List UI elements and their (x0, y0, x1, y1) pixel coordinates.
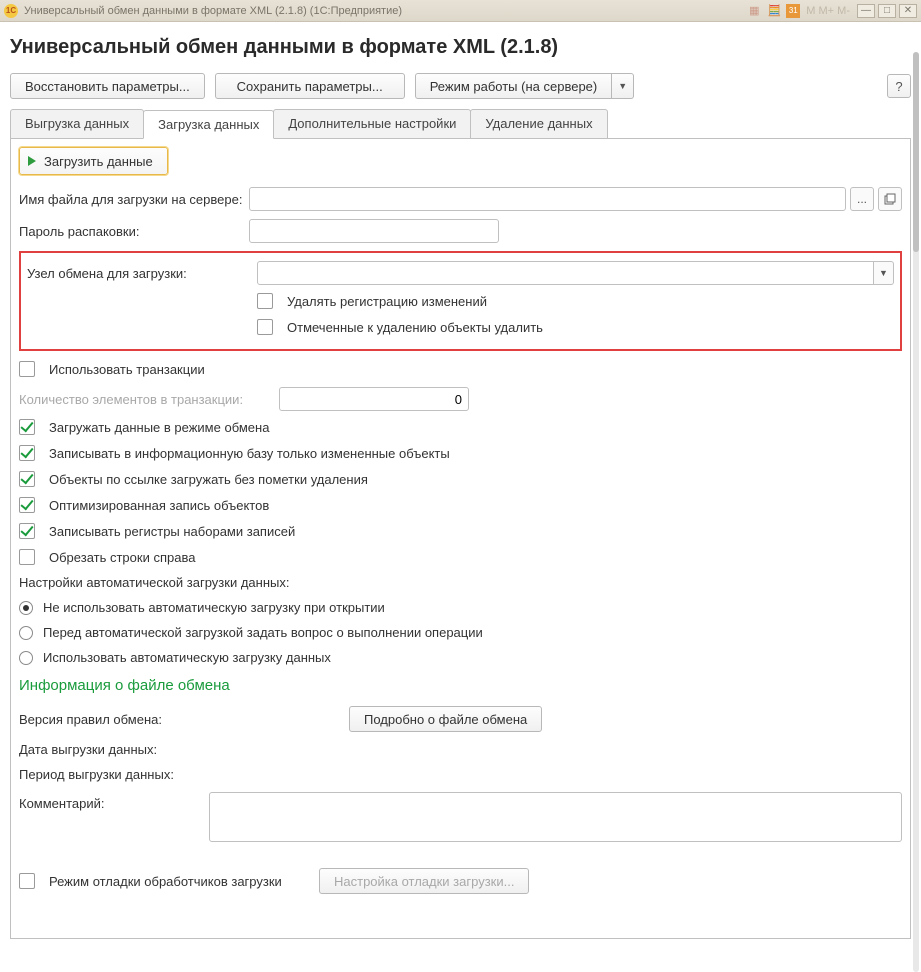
restore-params-button[interactable]: Восстановить параметры... (10, 73, 205, 99)
exchange-node-dropdown[interactable]: ▼ (874, 261, 894, 285)
tab-import[interactable]: Загрузка данных (143, 110, 274, 139)
radio-use-auto[interactable] (19, 651, 33, 665)
password-label: Пароль распаковки: (19, 224, 249, 239)
checkbox-delete-registration-label[interactable]: Удалять регистрацию изменений (287, 294, 487, 309)
help-button[interactable]: ? (887, 74, 911, 98)
file-name-label: Имя файла для загрузки на сервере: (19, 192, 249, 207)
load-data-label: Загрузить данные (44, 154, 153, 169)
comment-textarea[interactable] (209, 792, 902, 842)
titlebar-icon-2[interactable]: 🧮 (766, 3, 782, 19)
checkbox-register-sets-label[interactable]: Записывать регистры наборами записей (49, 524, 295, 539)
scrollbar[interactable] (913, 52, 919, 972)
exchange-node-input[interactable] (257, 261, 874, 285)
tab-delete[interactable]: Удаление данных (470, 109, 607, 138)
checkbox-trim-strings[interactable] (19, 549, 35, 565)
checkbox-debug-mode-label[interactable]: Режим отладки обработчиков загрузки (49, 874, 319, 889)
tab-panel-import: Загрузить данные Имя файла для загрузки … (10, 139, 911, 939)
radio-use-auto-label[interactable]: Использовать автоматическую загрузку дан… (43, 650, 331, 665)
radio-ask-label[interactable]: Перед автоматической загрузкой задать во… (43, 625, 483, 640)
checkbox-exchange-mode[interactable] (19, 419, 35, 435)
checkbox-exchange-mode-label[interactable]: Загружать данные в режиме обмена (49, 420, 269, 435)
checkbox-use-transactions-label[interactable]: Использовать транзакции (49, 362, 205, 377)
rules-version-label: Версия правил обмена: (19, 712, 349, 727)
scrollbar-thumb[interactable] (913, 52, 919, 252)
file-name-input[interactable] (249, 187, 846, 211)
checkbox-optimized-label[interactable]: Оптимизированная запись объектов (49, 498, 269, 513)
export-date-label: Дата выгрузки данных: (19, 742, 349, 757)
title-bar: 1C Универсальный обмен данными в формате… (0, 0, 921, 22)
tab-export[interactable]: Выгрузка данных (10, 109, 144, 138)
load-data-button[interactable]: Загрузить данные (19, 147, 168, 175)
file-open-button[interactable] (878, 187, 902, 211)
radio-no-auto-label[interactable]: Не использовать автоматическую загрузку … (43, 600, 385, 615)
mode-dropdown-arrow[interactable]: ▼ (612, 73, 634, 99)
tab-additional[interactable]: Дополнительные настройки (273, 109, 471, 138)
exchange-node-label: Узел обмена для загрузки: (27, 266, 257, 281)
checkbox-optimized[interactable] (19, 497, 35, 513)
external-icon (884, 193, 896, 205)
window-title: Универсальный обмен данными в формате XM… (24, 5, 402, 17)
radio-no-auto[interactable] (19, 601, 33, 615)
titlebar-calendar-icon[interactable]: 31 (786, 4, 800, 18)
checkbox-delete-marked-label[interactable]: Отмеченные к удалению объекты удалить (287, 320, 543, 335)
mode-dropdown[interactable]: Режим работы (на сервере) ▼ (415, 73, 635, 99)
file-browse-button[interactable]: ... (850, 187, 874, 211)
checkbox-delete-registration[interactable] (257, 293, 273, 309)
export-period-label: Период выгрузки данных: (19, 767, 349, 782)
checkbox-trim-strings-label[interactable]: Обрезать строки справа (49, 550, 195, 565)
password-input[interactable] (249, 219, 499, 243)
auto-load-label: Настройки автоматической загрузки данных… (19, 575, 902, 590)
file-info-heading: Информация о файле обмена (19, 677, 902, 694)
tab-bar: Выгрузка данных Загрузка данных Дополнит… (10, 109, 911, 139)
save-params-button[interactable]: Сохранить параметры... (215, 73, 405, 99)
comment-label: Комментарий: (19, 792, 209, 811)
titlebar-icon-1[interactable]: ▦ (746, 3, 762, 19)
debug-settings-button[interactable]: Настройка отладки загрузки... (319, 868, 529, 894)
play-icon (28, 156, 36, 166)
checkbox-use-transactions[interactable] (19, 361, 35, 377)
close-button[interactable]: ✕ (899, 4, 917, 18)
page-title: Универсальный обмен данными в формате XM… (10, 36, 911, 59)
app-logo-icon: 1C (4, 4, 18, 18)
radio-ask[interactable] (19, 626, 33, 640)
checkbox-debug-mode[interactable] (19, 873, 35, 889)
minimize-button[interactable]: — (857, 4, 875, 18)
highlight-box: Узел обмена для загрузки: ▼ Удалять реги… (19, 251, 902, 351)
mode-button[interactable]: Режим работы (на сервере) (415, 73, 613, 99)
checkbox-record-changed[interactable] (19, 445, 35, 461)
checkbox-record-changed-label[interactable]: Записывать в информационную базу только … (49, 446, 450, 461)
maximize-button[interactable]: □ (878, 4, 896, 18)
checkbox-register-sets[interactable] (19, 523, 35, 539)
checkbox-delete-marked[interactable] (257, 319, 273, 335)
tx-count-label: Количество элементов в транзакции: (19, 392, 279, 407)
checkbox-load-by-ref-label[interactable]: Объекты по ссылке загружать без пометки … (49, 472, 368, 487)
file-details-button[interactable]: Подробно о файле обмена (349, 706, 542, 732)
toolbar: Восстановить параметры... Сохранить пара… (10, 73, 911, 99)
tx-count-input[interactable] (279, 387, 469, 411)
titlebar-m-buttons[interactable]: M M+ M- (806, 5, 850, 17)
checkbox-load-by-ref[interactable] (19, 471, 35, 487)
